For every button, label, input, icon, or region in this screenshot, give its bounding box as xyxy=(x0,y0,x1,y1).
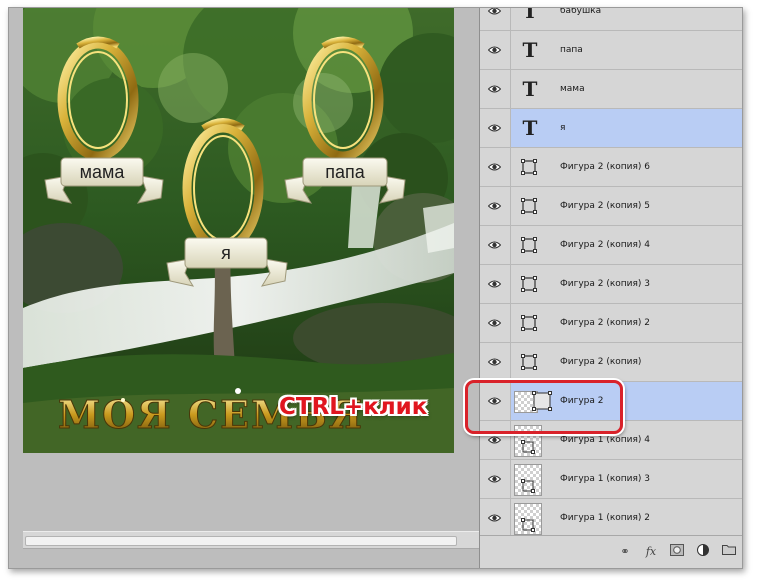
layer-name[interactable]: Фигура 2 (копия) 2 xyxy=(560,304,650,342)
shape-layer-icon xyxy=(514,230,544,260)
horizontal-scrollbar[interactable] xyxy=(23,531,479,549)
link-icon[interactable]: ⚭ xyxy=(616,544,634,560)
layer-name[interactable]: Фигура 1 (копия) 2 xyxy=(560,499,650,535)
layer-highlight-callout xyxy=(465,380,623,434)
photoshop-window: мама я папа МОЯ СЕМЬЯ Tбабушка Tпапа Tмама… xyxy=(8,7,743,569)
layer-visibility-toggle[interactable] xyxy=(480,31,511,69)
layer-visibility-toggle[interactable] xyxy=(480,148,511,186)
layer-visibility-toggle[interactable] xyxy=(480,8,511,30)
frame-label-papa: папа xyxy=(325,162,366,182)
layer-name[interactable]: бабушка xyxy=(560,8,601,30)
layer-row[interactable]: Фигура 2 (копия) 4 xyxy=(480,226,742,265)
layer-visibility-toggle[interactable] xyxy=(480,460,511,498)
layer-name[interactable]: Фигура 2 (копия) 6 xyxy=(560,148,650,186)
layer-visibility-toggle[interactable] xyxy=(480,304,511,342)
eye-icon xyxy=(488,202,501,210)
adjustment-icon[interactable] xyxy=(694,544,712,560)
layer-name[interactable]: Фигура 2 (копия) 5 xyxy=(560,187,650,225)
text-layer-icon: T xyxy=(522,77,538,101)
layer-name[interactable]: мама xyxy=(560,70,585,108)
eye-icon xyxy=(488,319,501,327)
shape-layer-icon xyxy=(514,269,544,299)
document-canvas[interactable]: мама я папа МОЯ СЕМЬЯ xyxy=(23,8,454,453)
eye-icon xyxy=(488,475,501,483)
layer-row[interactable]: Фигура 1 (копия) 3 xyxy=(480,460,742,499)
layer-name[interactable]: папа xyxy=(560,31,583,69)
folder-icon[interactable] xyxy=(720,544,738,560)
layer-row[interactable]: Фигура 2 (копия) xyxy=(480,343,742,382)
layer-visibility-toggle[interactable] xyxy=(480,109,511,147)
fx-icon[interactable]: fx xyxy=(642,544,660,560)
layer-row[interactable]: Tбабушка xyxy=(480,8,742,31)
layer-row[interactable]: Tпапа xyxy=(480,31,742,70)
layer-visibility-toggle[interactable] xyxy=(480,265,511,303)
layer-name[interactable]: Фигура 2 (копия) 3 xyxy=(560,265,650,303)
layer-visibility-toggle[interactable] xyxy=(480,187,511,225)
layer-thumbnail[interactable] xyxy=(514,503,542,535)
layer-name[interactable]: я xyxy=(560,109,565,147)
layer-name[interactable]: Фигура 2 (копия) xyxy=(560,343,641,381)
eye-icon xyxy=(488,46,501,54)
layer-row[interactable]: Tя xyxy=(480,109,742,148)
layer-row[interactable]: Фигура 2 (копия) 5 xyxy=(480,187,742,226)
layer-row[interactable]: Фигура 2 (копия) 6 xyxy=(480,148,742,187)
frame-label-ya: я xyxy=(221,243,231,263)
shape-layer-icon xyxy=(514,308,544,338)
shape-layer-icon xyxy=(514,347,544,377)
canvas-artwork: мама я папа МОЯ СЕМЬЯ xyxy=(23,8,454,453)
layer-name[interactable]: Фигура 1 (копия) 3 xyxy=(560,460,650,498)
mask-icon[interactable] xyxy=(668,544,686,560)
layer-row[interactable]: Tмама xyxy=(480,70,742,109)
layer-row[interactable]: Фигура 2 (копия) 3 xyxy=(480,265,742,304)
shortcut-hint: CTRL+клик xyxy=(279,394,428,420)
text-layer-icon: T xyxy=(522,38,538,62)
eye-icon xyxy=(488,241,501,249)
layer-row[interactable]: Фигура 1 (копия) 2 xyxy=(480,499,742,535)
eye-icon xyxy=(488,8,501,15)
layer-visibility-toggle[interactable] xyxy=(480,343,511,381)
layer-visibility-toggle[interactable] xyxy=(480,499,511,535)
layers-list: Tбабушка Tпапа Tмама Tя Фигура 2 (копия) 6 Фи… xyxy=(480,8,742,535)
text-layer-icon: T xyxy=(522,116,538,140)
layer-visibility-toggle[interactable] xyxy=(480,226,511,264)
shape-layer-icon xyxy=(514,152,544,182)
eye-icon xyxy=(488,358,501,366)
eye-icon xyxy=(488,163,501,171)
eye-icon xyxy=(488,85,501,93)
layer-thumbnail[interactable] xyxy=(514,464,542,496)
layers-panel: Tбабушка Tпапа Tмама Tя Фигура 2 (копия) 6 Фи… xyxy=(479,8,742,568)
eye-icon xyxy=(488,124,501,132)
scrollbar-thumb[interactable] xyxy=(25,536,457,546)
eye-icon xyxy=(488,280,501,288)
shape-layer-icon xyxy=(514,191,544,221)
text-layer-icon: T xyxy=(522,8,538,23)
eye-icon xyxy=(488,514,501,522)
frame-label-mama: мама xyxy=(80,162,126,182)
layer-row[interactable]: Фигура 2 (копия) 2 xyxy=(480,304,742,343)
layer-visibility-toggle[interactable] xyxy=(480,70,511,108)
eye-icon xyxy=(488,436,501,444)
document-workspace: мама я папа МОЯ СЕМЬЯ xyxy=(9,8,479,568)
layer-name[interactable]: Фигура 2 (копия) 4 xyxy=(560,226,650,264)
layers-toolbar: ⚭ fx xyxy=(480,535,742,568)
